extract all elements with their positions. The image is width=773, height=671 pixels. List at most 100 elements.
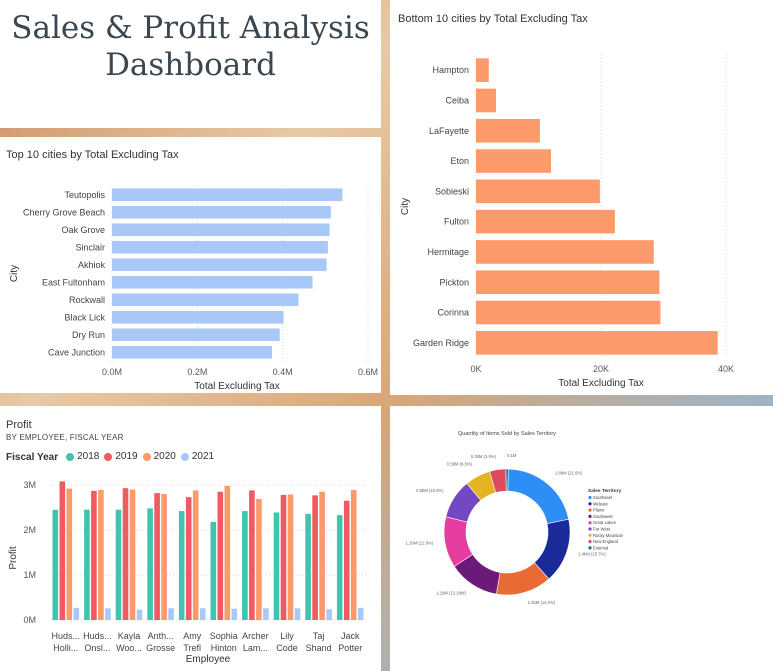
bar-archer-lam-2018[interactable] xyxy=(242,511,248,620)
bar-sophia-hinton-2020[interactable] xyxy=(224,485,231,620)
bar-lily-code-2021[interactable] xyxy=(294,608,301,620)
bar-huds-onsl-2018[interactable] xyxy=(84,509,90,620)
bar-pickton[interactable] xyxy=(476,270,660,295)
bar-garden-ridge[interactable] xyxy=(476,331,718,355)
bar-rockwall[interactable] xyxy=(112,293,299,307)
bar-east-fultonham[interactable] xyxy=(112,275,313,289)
bar-teutopolis[interactable] xyxy=(112,188,343,202)
bar-fulton[interactable] xyxy=(476,209,615,234)
bar-taj-shand-2020[interactable] xyxy=(319,491,325,620)
x-tick-label: Archer xyxy=(242,631,269,641)
bar-archer-lam-2019[interactable] xyxy=(249,490,255,620)
x-tick-label: Anth... xyxy=(148,631,174,641)
x-tick-label: 0K xyxy=(470,364,481,374)
slice-southeast[interactable] xyxy=(507,468,570,525)
bottom10-chart-tile[interactable]: Bottom 10 cities by Total Excluding Tax … xyxy=(390,0,773,395)
legend-item-rocky-mountain[interactable]: Rocky Mountain xyxy=(593,533,624,538)
bar-dry-run[interactable] xyxy=(112,328,280,342)
legend-item-mideast[interactable]: Mideast xyxy=(593,501,608,506)
bar-amy-trefl-2018[interactable] xyxy=(178,511,185,620)
bar-jack-potter-2020[interactable] xyxy=(350,489,357,620)
bar-amy-trefl-2019[interactable] xyxy=(185,497,192,620)
bar-sophia-hinton-2018[interactable] xyxy=(210,521,217,620)
y-tick-label: Rockwall xyxy=(69,295,105,305)
slice-data-label: 1.8bM (21.6%) xyxy=(555,470,583,475)
legend-item-external[interactable]: External xyxy=(593,545,608,550)
bar-kayla-woo-2019[interactable] xyxy=(122,488,129,620)
y-tick-label: Garden Ridge xyxy=(413,338,469,348)
bar-amy-trefl-2020[interactable] xyxy=(192,490,199,620)
bar-kayla-woo-2020[interactable] xyxy=(129,489,136,621)
top10-chart-tile[interactable]: Top 10 cities by Total Excluding Tax 0.0… xyxy=(0,137,381,393)
slice-data-label: 1.1bM (12.9%) xyxy=(406,540,434,545)
bar-archer-lam-2020[interactable] xyxy=(256,498,262,620)
slice-data-label: 0.1M xyxy=(507,453,517,458)
x-tick-label: Shand xyxy=(306,643,332,653)
bar-lily-code-2020[interactable] xyxy=(287,494,294,620)
bar-taj-shand-2019[interactable] xyxy=(312,495,318,620)
y-tick-label: East Fultonham xyxy=(42,277,105,287)
bar-huds-onsl-2020[interactable] xyxy=(98,489,104,620)
bar-taj-shand-2021[interactable] xyxy=(326,609,332,620)
profit-chart-tile[interactable]: Profit BY EMPLOYEE, FISCAL YEAR Fiscal Y… xyxy=(0,406,381,671)
bar-anth-grosse-2018[interactable] xyxy=(147,508,153,620)
x-tick-label: 0.0M xyxy=(102,367,122,377)
donut-chart-tile[interactable]: Quantity of Items Sold by Sales Territor… xyxy=(390,406,773,671)
bar-jack-potter-2021[interactable] xyxy=(357,607,364,620)
x-axis-label: Employee xyxy=(186,654,231,665)
x-tick-label: 0.6M xyxy=(358,367,378,377)
x-axis-label: Total Excluding Tax xyxy=(194,381,279,392)
y-tick-label: Ceiba xyxy=(445,95,469,105)
bar-anth-grosse-2020[interactable] xyxy=(161,494,167,620)
bar-lily-code-2019[interactable] xyxy=(280,494,287,620)
bar-anth-grosse-2021[interactable] xyxy=(168,608,174,620)
bar-lafayette[interactable] xyxy=(476,118,540,143)
bar-corinna[interactable] xyxy=(476,300,661,325)
y-tick-label: Corinna xyxy=(437,308,469,318)
x-tick-label: Woo... xyxy=(116,643,142,653)
bar-ceiba[interactable] xyxy=(476,88,496,113)
bar-huds-holli-2019[interactable] xyxy=(59,481,66,620)
y-tick-label: Hermitage xyxy=(427,247,469,257)
bar-huds-onsl-2019[interactable] xyxy=(91,490,97,620)
bar-amy-trefl-2021[interactable] xyxy=(199,608,206,620)
bar-kayla-woo-2018[interactable] xyxy=(115,509,122,620)
bar-cave-junction[interactable] xyxy=(112,345,272,359)
bar-kayla-woo-2021[interactable] xyxy=(136,609,143,620)
legend-item-great-lakes[interactable]: Great Lakes xyxy=(593,520,616,525)
bar-anth-grosse-2019[interactable] xyxy=(154,493,160,620)
slice-data-label: 0.5bM (6.5%) xyxy=(447,462,473,467)
legend-item-southeast[interactable]: Southeast xyxy=(593,495,613,500)
bar-taj-shand-2018[interactable] xyxy=(305,513,311,620)
x-tick-label: Huds... xyxy=(83,631,112,641)
bar-huds-holli-2021[interactable] xyxy=(73,607,80,620)
bar-cherry-grove-beach[interactable] xyxy=(112,205,331,219)
bar-sophia-hinton-2021[interactable] xyxy=(231,608,238,620)
bar-eton[interactable] xyxy=(476,149,551,173)
bar-jack-potter-2019[interactable] xyxy=(343,500,350,620)
bar-sophia-hinton-2019[interactable] xyxy=(217,491,224,620)
legend-item-plains[interactable]: Plains xyxy=(593,508,604,513)
bar-jack-potter-2018[interactable] xyxy=(336,515,343,620)
legend-dot-icon xyxy=(588,502,592,506)
bar-akhiok[interactable] xyxy=(112,258,327,272)
legend-item-far-west[interactable]: Far West xyxy=(593,527,611,532)
slice-external[interactable] xyxy=(505,468,509,492)
bar-hermitage[interactable] xyxy=(476,240,654,264)
bar-huds-holli-2018[interactable] xyxy=(52,509,59,620)
bar-huds-onsl-2021[interactable] xyxy=(105,608,111,620)
bottom10-bar-chart: 0K 20K 40K Hampton Ceiba LaFayette Eton Sobiesk… xyxy=(400,55,734,389)
bar-hampton[interactable] xyxy=(476,58,489,82)
bar-archer-lam-2021[interactable] xyxy=(263,608,269,620)
bar-sobieski[interactable] xyxy=(476,179,600,204)
top10-bar-chart: 0.0M 0.2M 0.4M 0.6M Teutopolis Cherry Grove B… xyxy=(9,186,378,392)
bar-sinclair[interactable] xyxy=(112,240,328,254)
legend-item-new-england[interactable]: New England xyxy=(593,539,619,544)
legend-item-southwest[interactable]: Southwest xyxy=(593,514,613,519)
bar-black-lick[interactable] xyxy=(112,310,284,324)
bar-oak-grove[interactable] xyxy=(112,223,330,237)
slice-data-label: 1.4bM (15.7%) xyxy=(578,552,606,557)
bar-huds-holli-2020[interactable] xyxy=(66,488,73,620)
bar-lily-code-2018[interactable] xyxy=(273,512,280,620)
legend-dot-icon xyxy=(588,508,592,512)
